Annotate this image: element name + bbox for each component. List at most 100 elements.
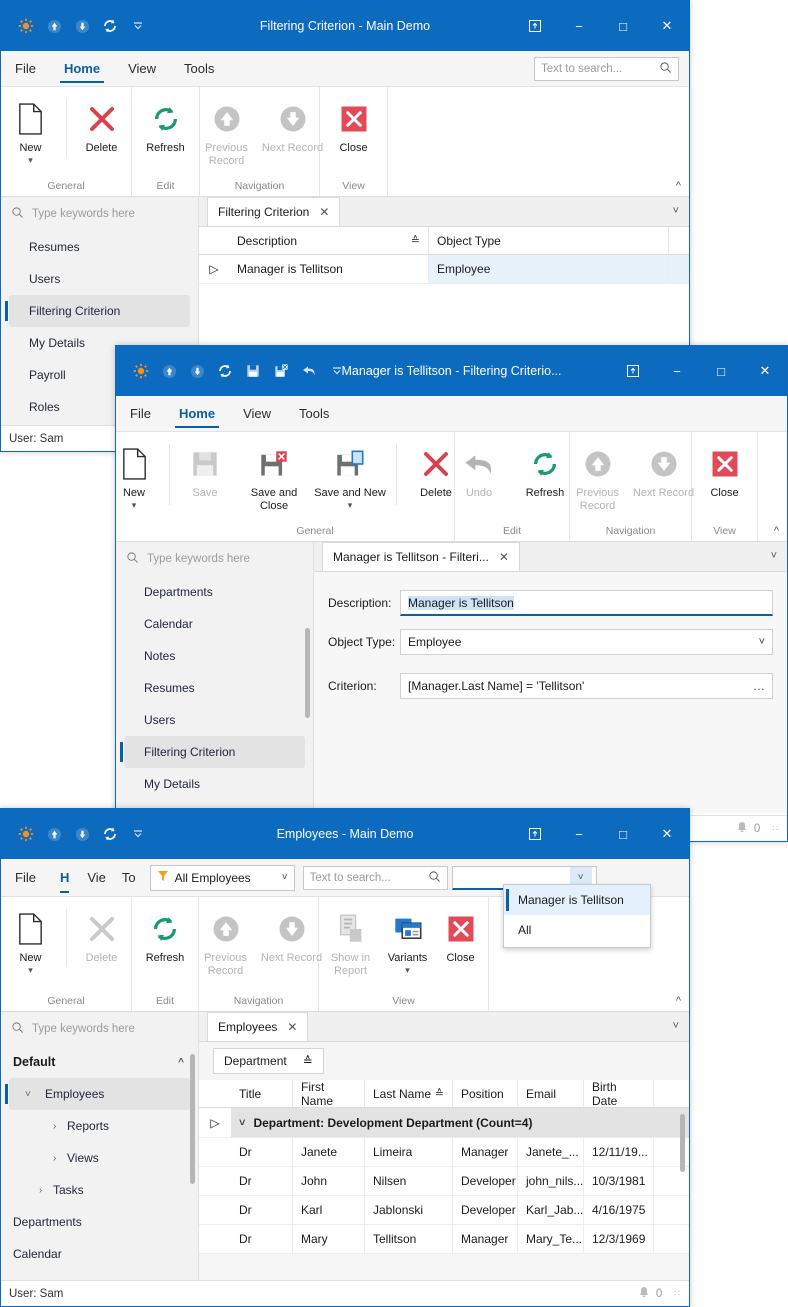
window3-titlebar[interactable]: Employees - Main Demo − □ ✕ [1, 809, 689, 859]
window1-next-record-button[interactable]: Next Record [260, 93, 326, 157]
window1-titlebar[interactable]: Filtering Criterion - Main Demo − □ ✕ [1, 1, 689, 51]
upload-icon[interactable] [156, 358, 182, 384]
chevron-down-icon[interactable]: ˅ [673, 1020, 679, 1032]
window1-nav-item-resumes[interactable]: Resumes [1, 231, 198, 263]
cell-email[interactable]: Janete_... [518, 1138, 584, 1166]
window1-controls[interactable]: − □ ✕ [513, 1, 689, 51]
chevron-down-icon[interactable]: ▾ [28, 156, 33, 165]
window3-controls[interactable]: − □ ✕ [513, 809, 689, 859]
window3-grid-header[interactable]: Title First Name Last Name ≙ Position Em… [199, 1080, 689, 1108]
table-row[interactable]: Dr Janete Limeira Manager Janete_... 12/… [199, 1138, 689, 1167]
window3-nav-item-calendar[interactable]: Calendar [1, 1238, 198, 1270]
cell-title[interactable]: Dr [231, 1138, 293, 1166]
chevron-down-icon[interactable]: ▾ [405, 966, 410, 975]
close-icon[interactable]: ✕ [499, 550, 509, 564]
cell-first-name[interactable]: Mary [293, 1225, 365, 1253]
app-sun-icon[interactable] [13, 821, 39, 847]
window3-close-button[interactable]: ✕ [645, 809, 689, 859]
window2-nav-item-departments[interactable]: Departments [116, 576, 313, 608]
window1-grid-header[interactable]: Description ≙ Object Type [199, 227, 689, 255]
window1-ribbon[interactable]: New ▾ Delete General Refresh Edit Previo… [1, 87, 689, 197]
window2-ribbon[interactable]: New ▾ Save Save and Close Save and New ▾… [116, 432, 787, 542]
window3-maximize-button[interactable]: □ [601, 809, 645, 859]
window3-previous-record-button[interactable]: Previous Record [193, 903, 259, 980]
window3-variant-option-all[interactable]: All [504, 915, 650, 945]
window3-search-input[interactable]: Text to search... [302, 865, 448, 890]
chevron-right-icon[interactable]: › [39, 1185, 42, 1196]
cell-position[interactable]: Developer [453, 1167, 518, 1195]
window3-next-record-button[interactable]: Next Record [259, 903, 325, 967]
window2-quick-access-toolbar[interactable] [116, 358, 350, 384]
window1-collapse-ribbon-icon[interactable]: ^ [676, 180, 681, 192]
window3-nav-item-departments[interactable]: Departments [1, 1206, 198, 1238]
window3-grid-col-last-name[interactable]: Last Name ≙ [365, 1080, 453, 1107]
window1-document-tabstrip[interactable]: Filtering Criterion ✕ ˅ [199, 197, 689, 227]
chevron-down-icon[interactable]: ˅ [239, 1117, 245, 1129]
qat-customize-chevron-icon[interactable] [125, 13, 151, 39]
window2-save-button[interactable]: Save [172, 438, 238, 502]
window1-nav-search[interactable]: Type keywords here [1, 197, 198, 231]
save-all-icon[interactable] [268, 358, 294, 384]
window3-document-tab[interactable]: Employees ✕ [207, 1012, 309, 1041]
window3-variants-button[interactable]: Variants ▾ [380, 903, 436, 977]
window3-show-in-report-button[interactable]: Show in Report [322, 903, 380, 980]
window2-previous-record-button[interactable]: Previous Record [565, 438, 631, 515]
window1-cell-object-type[interactable]: Employee [429, 255, 669, 283]
window3-tab-view[interactable]: Vie [79, 859, 114, 896]
window2-titlebar[interactable]: Manager is Tellitson - Filtering Criteri… [116, 346, 787, 396]
window2-maximize-button[interactable]: □ [699, 346, 743, 396]
window2-tab-tools[interactable]: Tools [285, 396, 343, 431]
window-manager-is-tellitson-filtering-criterion[interactable]: Manager is Tellitson - Filtering Criteri… [115, 345, 788, 842]
cell-first-name[interactable]: Karl [293, 1196, 365, 1224]
window2-restore-group-icon[interactable] [611, 346, 655, 396]
refresh-icon[interactable] [212, 358, 238, 384]
qat-customize-chevron-icon[interactable] [324, 358, 350, 384]
window1-delete-button[interactable]: Delete [69, 93, 135, 157]
window2-nav-item-filtering-criterion[interactable]: Filtering Criterion [120, 736, 305, 768]
window3-nav-item-reports[interactable]: › Reports [1, 1110, 198, 1142]
window1-grid-col-object-type[interactable]: Object Type [429, 227, 669, 254]
cell-last-name[interactable]: Limeira [365, 1138, 453, 1166]
window1-maximize-button[interactable]: □ [601, 1, 645, 51]
window3-tab-home[interactable]: H [50, 859, 79, 896]
window2-save-and-close-button[interactable]: Save and Close [238, 438, 310, 515]
window2-nav-scrollbar[interactable] [305, 628, 310, 718]
window3-close-ribbon-button[interactable]: Close [436, 903, 486, 967]
cell-birth-date[interactable]: 12/11/19... [584, 1138, 654, 1166]
window2-next-record-button[interactable]: Next Record [631, 438, 697, 502]
app-sun-icon[interactable] [128, 358, 154, 384]
cell-email[interactable]: Mary_Te... [518, 1225, 584, 1253]
window3-grid-group-row[interactable]: ▷ ˅ Department: Development Department (… [199, 1108, 689, 1138]
window3-new-button[interactable]: New ▾ [0, 903, 64, 977]
window1-search-input[interactable]: Text to search... [534, 56, 679, 81]
window3-grid-col-email[interactable]: Email [518, 1080, 584, 1107]
chevron-down-icon[interactable]: ˅ [282, 872, 288, 883]
window1-close-button[interactable]: ✕ [645, 1, 689, 51]
window3-grid-col-title[interactable]: Title [231, 1080, 293, 1107]
window1-nav-item-filtering-criterion[interactable]: Filtering Criterion [5, 295, 190, 327]
cell-position[interactable]: Manager [453, 1225, 518, 1253]
cell-birth-date[interactable]: 12/3/1969 [584, 1225, 654, 1253]
window3-nav-item-tasks[interactable]: › Tasks [1, 1174, 198, 1206]
window1-minimize-button[interactable]: − [557, 1, 601, 51]
window3-collapse-ribbon-icon[interactable]: ^ [676, 995, 681, 1007]
cell-last-name[interactable]: Jablonski [365, 1196, 453, 1224]
cell-first-name[interactable]: Janete [293, 1138, 365, 1166]
chevron-down-icon[interactable]: ▾ [348, 501, 353, 510]
window3-quick-access-toolbar[interactable] [1, 821, 151, 847]
window2-navigation-panel[interactable]: Type keywords here Departments Calendar … [116, 542, 314, 813]
window2-tab-view[interactable]: View [229, 396, 285, 431]
cell-birth-date[interactable]: 4/16/1975 [584, 1196, 654, 1224]
app-sun-icon[interactable] [13, 13, 39, 39]
window3-tab-file[interactable]: File [1, 859, 50, 896]
cell-title[interactable]: Dr [231, 1167, 293, 1195]
window3-delete-button[interactable]: Delete [69, 903, 135, 967]
window3-nav-group-default[interactable]: Default ^ [1, 1046, 198, 1078]
window3-group-chip[interactable]: Department ≙ [213, 1048, 324, 1074]
window1-restore-group-icon[interactable] [513, 1, 557, 51]
cell-birth-date[interactable]: 10/3/1981 [584, 1167, 654, 1195]
window2-object-type-select[interactable]: Employee ˅ [400, 629, 773, 655]
table-row[interactable]: Dr Mary Tellitson Manager Mary_Te... 12/… [199, 1225, 689, 1254]
upload-icon[interactable] [41, 821, 67, 847]
window2-save-and-new-button[interactable]: Save and New ▾ [310, 438, 390, 512]
